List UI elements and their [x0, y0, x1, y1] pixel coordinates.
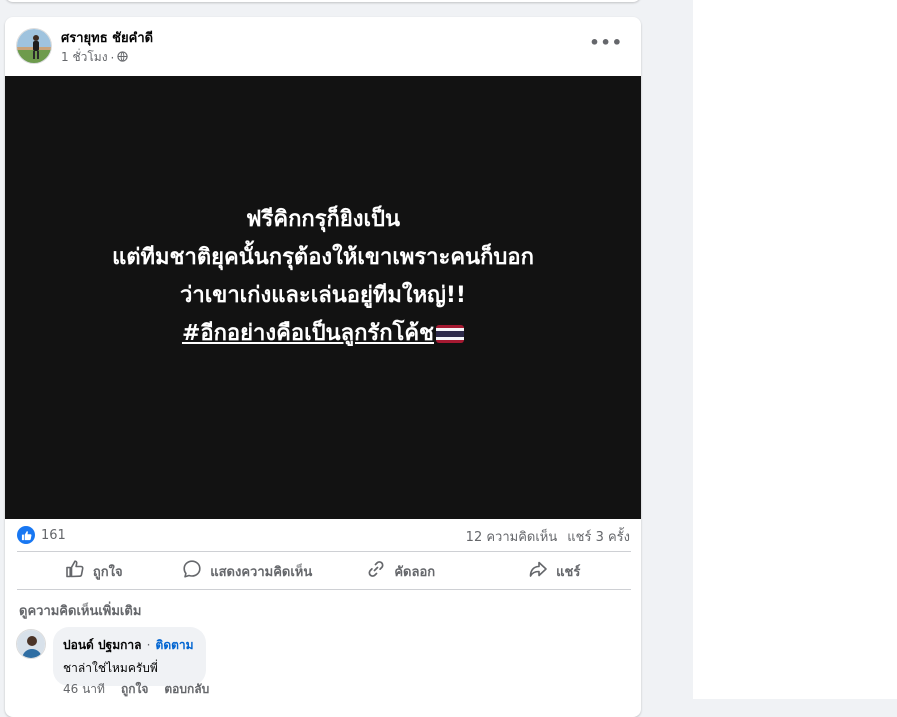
- comment-label: แสดงความคิดเห็น: [210, 564, 313, 580]
- post-card: ศรายุทธ ชัยคำดี 1 ชั่วโมง · ••• ฟรีคิกกร…: [5, 17, 641, 717]
- meta-separator: ·: [110, 50, 115, 65]
- comment-bubble-icon: [182, 559, 202, 583]
- divider: [17, 589, 631, 590]
- comment-time[interactable]: 46 นาที: [63, 680, 105, 699]
- like-label: ถูกใจ: [92, 564, 123, 580]
- divider: [17, 551, 631, 552]
- share-button[interactable]: แชร์: [478, 553, 632, 589]
- comment-like-button[interactable]: ถูกใจ: [121, 680, 148, 699]
- commenter-name[interactable]: ปอนด์ ปฐมกาล: [63, 638, 142, 652]
- share-label: แชร์: [556, 564, 581, 580]
- thumbs-up-icon: [65, 559, 85, 583]
- comments-count[interactable]: 12 ความคิดเห็น: [466, 526, 558, 547]
- copy-link-button[interactable]: คัดลอก: [324, 553, 478, 589]
- previous-post-card: [5, 0, 641, 2]
- author-name[interactable]: ศรายุทธ ชัยคำดี: [61, 27, 153, 48]
- post-media[interactable]: ฟรีคิกกรุก็ยิงเป็น แต่ทีมชาติยุคนั้นกรุต…: [5, 76, 641, 519]
- right-panel: [693, 0, 897, 699]
- post-time[interactable]: 1 ชั่วโมง: [61, 48, 108, 67]
- reaction-summary[interactable]: 161: [17, 526, 66, 544]
- media-line: ว่าเขาเก่งและเล่นอยู่ทีมใหญ่!!: [180, 283, 466, 308]
- media-line: ฟรีคิกกรุก็ยิงเป็น: [245, 207, 401, 232]
- link-icon: [366, 559, 386, 583]
- like-reaction-icon: [17, 526, 35, 544]
- media-line: แต่ทีมชาติยุคนั้นกรุต้องให้เขาเพราะคนก็บ…: [112, 245, 534, 270]
- copy-label: คัดลอก: [394, 564, 436, 580]
- view-more-comments-link[interactable]: ดูความคิดเห็นเพิ่มเติม: [19, 600, 141, 621]
- thai-flag-icon: [436, 325, 464, 343]
- post-stats: 12 ความคิดเห็น แชร์ 3 ครั้ง: [466, 526, 630, 547]
- comment-bubble: ปอนด์ ปฐมกาล · ติดตาม ชาล่าใช่ไหมครับพี่: [53, 627, 206, 686]
- comment-button[interactable]: แสดงความคิดเห็น: [171, 553, 325, 589]
- reaction-count: 161: [41, 527, 66, 543]
- author-avatar[interactable]: [16, 28, 52, 64]
- comment-reply-button[interactable]: ตอบกลับ: [164, 680, 209, 699]
- media-text: ฟรีคิกกรุก็ยิงเป็น แต่ทีมชาติยุคนั้นกรุต…: [112, 201, 534, 353]
- share-arrow-icon: [528, 559, 548, 583]
- like-button[interactable]: ถูกใจ: [17, 553, 171, 589]
- commenter-avatar[interactable]: [16, 629, 46, 659]
- post-actions: ถูกใจ แสดงความคิดเห็น คัดลอก แชร์: [17, 553, 631, 589]
- comment-separator: ·: [146, 638, 151, 652]
- comment-text: ชาล่าใช่ไหมครับพี่: [63, 661, 158, 675]
- post-meta: 1 ชั่วโมง ·: [61, 48, 129, 67]
- more-options-icon[interactable]: •••: [589, 33, 623, 52]
- media-hashtag-line: #อีกอย่างคือเป็นลูกรักโค้ช: [112, 315, 534, 353]
- comment-actions: 46 นาที ถูกใจ ตอบกลับ: [63, 680, 209, 699]
- shares-count[interactable]: แชร์ 3 ครั้ง: [567, 526, 630, 547]
- globe-icon: [117, 50, 129, 65]
- hashtag: #อีกอย่างคือเป็นลูกรักโค้ช: [181, 321, 434, 346]
- follow-link[interactable]: ติดตาม: [156, 638, 194, 652]
